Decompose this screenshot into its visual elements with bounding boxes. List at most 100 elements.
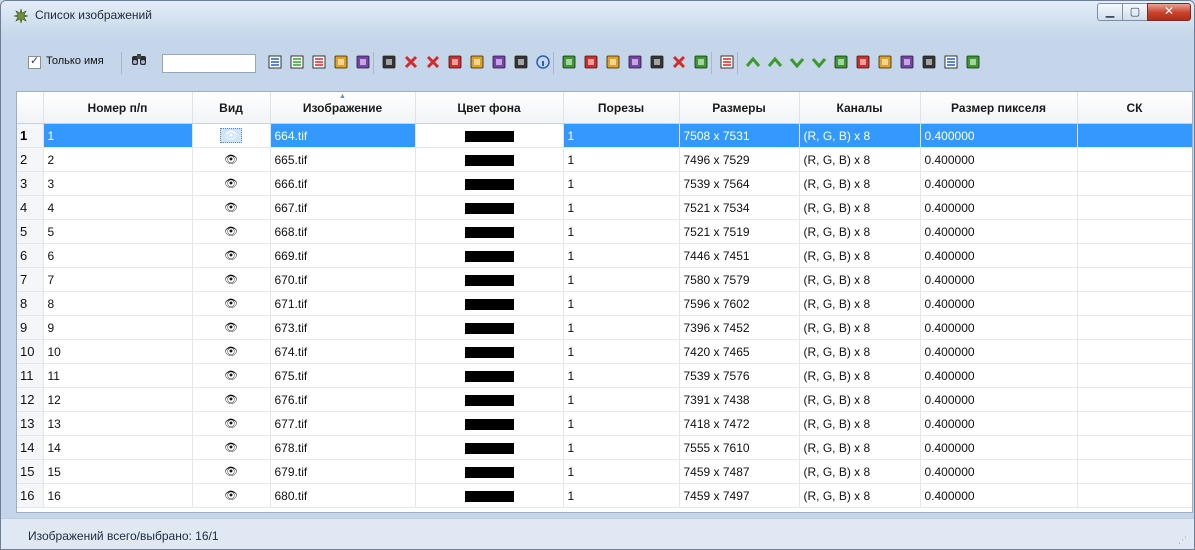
cell-bg-color[interactable]	[415, 219, 564, 244]
cell-view[interactable]: 👁	[192, 459, 271, 484]
cell-cuts[interactable]: 1	[563, 147, 680, 172]
cell-image[interactable]: 678.tif	[270, 435, 416, 460]
cell-pixel-size[interactable]: 0.400000	[920, 339, 1078, 364]
eye-icon[interactable]: 👁	[221, 321, 241, 334]
table-row[interactable]: 14 14 👁 678.tif 1 7555 x 7610 (R, G, B) x 8 0.4…	[17, 435, 1192, 460]
cell-sk[interactable]	[1077, 147, 1192, 172]
cell-image[interactable]: 665.tif	[270, 147, 416, 172]
cell-number[interactable]: 11	[43, 363, 193, 388]
cell-number[interactable]: 10	[43, 339, 193, 364]
cell-pixel-size[interactable]: 0.400000	[920, 267, 1078, 292]
row-index[interactable]: 1	[17, 123, 44, 148]
cell-channels[interactable]: (R, G, B) x 8	[799, 435, 921, 460]
cell-channels[interactable]: (R, G, B) x 8	[799, 459, 921, 484]
row-index[interactable]: 12	[17, 387, 44, 412]
cell-cuts[interactable]: 1	[563, 171, 680, 196]
cell-cuts[interactable]: 1	[563, 435, 680, 460]
cell-view[interactable]: 👁	[192, 363, 271, 388]
only-name-checkbox[interactable]	[28, 54, 41, 69]
header-channels[interactable]: Каналы	[799, 92, 921, 124]
cell-bg-color[interactable]	[415, 315, 564, 340]
eye-icon[interactable]: 👁	[221, 345, 241, 358]
cell-size[interactable]: 7391 x 7438	[679, 387, 800, 412]
cell-number[interactable]: 13	[43, 411, 193, 436]
cell-sk[interactable]	[1077, 315, 1192, 340]
cell-bg-color[interactable]	[415, 123, 564, 148]
histogram-icon[interactable]	[605, 54, 621, 70]
list-icon[interactable]	[267, 54, 283, 70]
cell-sk[interactable]	[1077, 219, 1192, 244]
cell-sk[interactable]	[1077, 243, 1192, 268]
cell-size[interactable]: 7521 x 7519	[679, 219, 800, 244]
cell-sk[interactable]	[1077, 387, 1192, 412]
cell-cuts[interactable]: 1	[563, 363, 680, 388]
cell-number[interactable]: 7	[43, 267, 193, 292]
cell-size[interactable]: 7521 x 7534	[679, 195, 800, 220]
color-icon[interactable]	[583, 54, 599, 70]
layers-icon[interactable]	[719, 54, 735, 70]
eye-icon[interactable]: 👁	[221, 249, 241, 262]
table-row[interactable]: 7 7 👁 670.tif 1 7580 x 7579 (R, G, B) x 8 0.400…	[17, 267, 1192, 292]
cell-pixel-size[interactable]: 0.400000	[920, 243, 1078, 268]
cell-image[interactable]: 666.tif	[270, 171, 416, 196]
cell-channels[interactable]: (R, G, B) x 8	[799, 171, 921, 196]
cell-number[interactable]: 6	[43, 243, 193, 268]
cell-channels[interactable]: (R, G, B) x 8	[799, 243, 921, 268]
cell-view[interactable]: 👁	[192, 315, 271, 340]
eye-icon[interactable]: 👁	[221, 177, 241, 190]
cell-bg-color[interactable]	[415, 267, 564, 292]
cell-number[interactable]: 1	[43, 123, 193, 148]
cell-channels[interactable]: (R, G, B) x 8	[799, 387, 921, 412]
minimize-button[interactable]: ▁	[1097, 3, 1123, 21]
cell-pixel-size[interactable]: 0.400000	[920, 195, 1078, 220]
cell-size[interactable]: 7539 x 7576	[679, 363, 800, 388]
cell-pixel-size[interactable]: 0.400000	[920, 291, 1078, 316]
row-index[interactable]: 2	[17, 147, 44, 172]
eye-icon[interactable]: 👁	[221, 153, 241, 166]
cell-view[interactable]: 👁	[192, 411, 271, 436]
table-row[interactable]: 13 13 👁 677.tif 1 7418 x 7472 (R, G, B) x 8 0.4…	[17, 411, 1192, 436]
save-disk-icon[interactable]	[877, 54, 893, 70]
cell-image[interactable]: 669.tif	[270, 243, 416, 268]
add-row-icon[interactable]	[333, 54, 349, 70]
cell-image[interactable]: 675.tif	[270, 363, 416, 388]
row-index[interactable]: 11	[17, 363, 44, 388]
cell-pixel-size[interactable]: 0.400000	[920, 435, 1078, 460]
image-remove-icon[interactable]	[491, 54, 507, 70]
cell-view[interactable]: 👁	[192, 147, 271, 172]
cell-size[interactable]: 7508 x 7531	[679, 123, 800, 148]
cell-view[interactable]: 👁	[192, 339, 271, 364]
cell-image[interactable]: 680.tif	[270, 483, 416, 508]
row-index[interactable]: 10	[17, 339, 44, 364]
chart-icon[interactable]	[561, 54, 577, 70]
header-size[interactable]: Размеры	[679, 92, 800, 124]
cell-cuts[interactable]: 1	[563, 267, 680, 292]
eye-icon[interactable]: 👁	[221, 393, 241, 406]
import-icon[interactable]	[899, 54, 915, 70]
cell-size[interactable]: 7596 x 7602	[679, 291, 800, 316]
cell-channels[interactable]: (R, G, B) x 8	[799, 315, 921, 340]
cell-number[interactable]: 15	[43, 459, 193, 484]
arrow-up-icon[interactable]	[767, 54, 783, 70]
eye-icon[interactable]: 👁	[221, 489, 241, 502]
title-bar[interactable]: Список изображений ▁ ▢ ✕	[1, 1, 1194, 31]
cell-sk[interactable]	[1077, 267, 1192, 292]
cell-cuts[interactable]: 1	[563, 483, 680, 508]
table-row[interactable]: 4 4 👁 667.tif 1 7521 x 7534 (R, G, B) x 8 0.400…	[17, 195, 1192, 220]
cell-number[interactable]: 12	[43, 387, 193, 412]
cell-bg-color[interactable]	[415, 195, 564, 220]
cell-pixel-size[interactable]: 0.400000	[920, 147, 1078, 172]
cell-bg-color[interactable]	[415, 339, 564, 364]
cell-image[interactable]: 668.tif	[270, 219, 416, 244]
cell-image[interactable]: 667.tif	[270, 195, 416, 220]
sort-icon[interactable]	[833, 54, 849, 70]
cell-number[interactable]: 5	[43, 219, 193, 244]
maximize-button[interactable]: ▢	[1122, 3, 1148, 21]
row-index[interactable]: 4	[17, 195, 44, 220]
eye-icon[interactable]: 👁	[221, 441, 241, 454]
cell-channels[interactable]: (R, G, B) x 8	[799, 267, 921, 292]
cell-pixel-size[interactable]: 0.400000	[920, 315, 1078, 340]
cell-sk[interactable]	[1077, 435, 1192, 460]
cell-size[interactable]: 7459 x 7487	[679, 459, 800, 484]
ccc-icon[interactable]	[965, 54, 981, 70]
